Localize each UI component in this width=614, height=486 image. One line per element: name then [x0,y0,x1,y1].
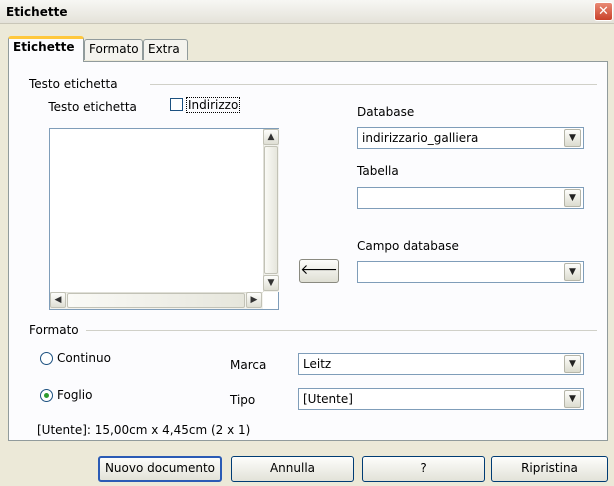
field-select[interactable] [357,261,584,283]
label-text-caption: TTesto etichetta [48,100,137,114]
table-dropdown-button[interactable]: ▼ [564,189,581,207]
continuous-radio-label[interactable]: Continuo [57,351,111,365]
chevron-down-icon: ▼ [569,193,576,203]
field-dropdown-button[interactable]: ▼ [564,263,581,281]
address-checkbox-label[interactable]: Indirizzo [186,97,241,113]
chevron-down-icon: ▼ [569,133,576,143]
insert-field-button[interactable]: 🡐 [299,259,339,283]
chevron-up-icon: ▲ [267,132,275,142]
label-text-area[interactable] [49,128,279,310]
sheet-radio-label[interactable]: Foglio [57,388,92,402]
scroll-right-button[interactable]: ▶ [246,292,262,308]
format-info: [Utente]: 15,00cm x 4,45cm (2 x 1) [37,423,251,437]
chevron-down-icon: ▼ [569,394,576,404]
cancel-button[interactable]: Annulla [231,456,354,482]
scroll-up-button[interactable]: ▲ [263,129,279,145]
brand-dropdown-button[interactable]: ▼ [564,355,581,373]
tab-extra[interactable]: Extra [143,39,188,60]
chevron-down-icon: ▼ [569,359,576,369]
type-label: Tipo [230,393,256,407]
table-label: Tabella [357,164,399,178]
field-label: Campo database [357,239,459,253]
horizontal-scroll-thumb[interactable] [67,293,245,308]
database-label: Database [357,105,415,119]
tab-etichette[interactable]: Etichette [8,36,84,62]
type-select[interactable]: [Utente] [298,388,584,410]
brand-value: Leitz [303,357,332,371]
chevron-right-icon: ▶ [250,295,258,305]
vertical-scroll-thumb[interactable] [264,146,278,274]
tab-formato[interactable]: Formato [84,39,143,60]
new-document-button[interactable]: Nuovo documento [98,456,222,482]
reset-button[interactable]: Ripristina [491,456,608,482]
title-bar [0,0,614,24]
type-value: [Utente] [303,392,353,406]
arrow-left-icon: 🡐 [300,262,338,278]
database-select[interactable]: indirizzario_galliera [357,127,584,149]
brand-select[interactable]: Leitz [298,353,584,375]
close-icon: ✕ [598,4,609,19]
section-heading-format: Formato [29,323,79,337]
address-checkbox[interactable] [170,98,183,111]
scroll-down-button[interactable]: ▼ [263,275,279,291]
sheet-radio[interactable] [40,389,53,402]
close-button[interactable]: ✕ [594,2,613,21]
table-select[interactable] [357,187,584,209]
chevron-down-icon: ▼ [267,278,275,288]
continuous-radio[interactable] [40,352,53,365]
type-dropdown-button[interactable]: ▼ [564,390,581,408]
section-heading-label-text: Testo etichetta [29,77,118,91]
database-value: indirizzario_galliera [362,131,479,145]
brand-label: Marca [230,358,267,372]
chevron-left-icon: ◀ [54,295,62,305]
help-button[interactable]: ? [362,456,485,482]
database-dropdown-button[interactable]: ▼ [564,129,581,147]
scroll-left-button[interactable]: ◀ [50,292,66,308]
section-divider [150,84,597,85]
window-title: Etichette [6,5,68,19]
section-divider [86,330,597,331]
chevron-down-icon: ▼ [569,267,576,277]
radio-selected-dot [44,393,49,398]
